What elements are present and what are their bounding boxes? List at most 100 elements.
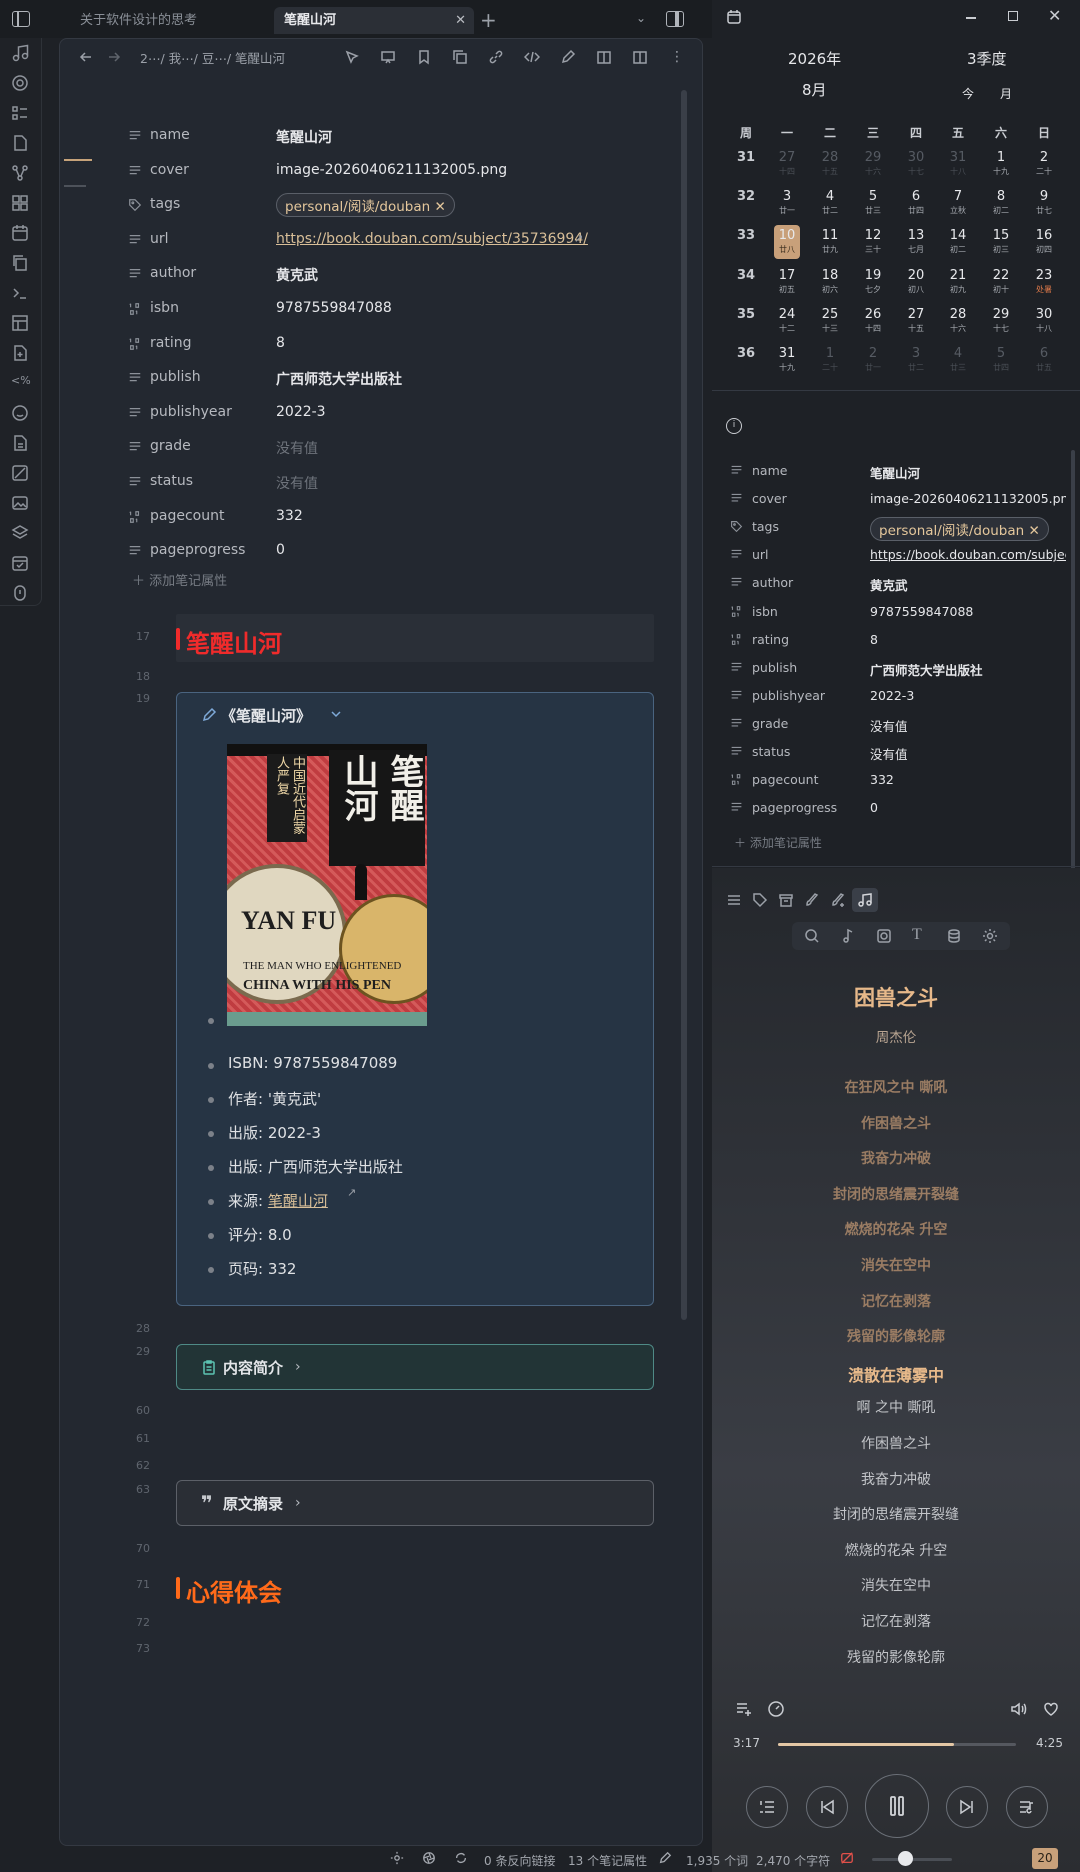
sidebar-toggle-icon[interactable] [12, 11, 30, 27]
current-lyric-line[interactable]: 溃散在薄雾中 [712, 1362, 1080, 1386]
week-number[interactable]: 33 [733, 228, 759, 243]
search-icon[interactable] [804, 928, 820, 944]
calendar-day[interactable]: 18 初六 [814, 268, 846, 295]
week-number[interactable]: 34 [733, 268, 759, 283]
music-note-icon[interactable] [11, 44, 31, 64]
lyric-line[interactable]: 燃烧的花朵 升空 [712, 1540, 1080, 1560]
property-row-tags[interactable]: tags personal/阅读/douban ✕ [128, 191, 668, 221]
playlist-add-icon[interactable] [735, 1700, 753, 1718]
calendar-day[interactable]: 14 初二 [942, 228, 974, 255]
close-window-icon[interactable]: ✕ [1048, 6, 1061, 25]
callout-title[interactable]: 《笔醒山河》 [221, 705, 311, 726]
property-value[interactable]: 8 [276, 335, 285, 351]
copy-icon[interactable] [11, 254, 31, 274]
property-row-author[interactable]: author 黄克武 [726, 571, 1066, 597]
cursor-icon[interactable] [344, 49, 362, 67]
calendar-day[interactable]: 3 廿二 [900, 346, 932, 373]
lyric-line[interactable]: 在狂风之中 嘶吼 [712, 1077, 1080, 1097]
file-plus-icon[interactable] [11, 344, 31, 364]
calendar-day[interactable]: 5 廿四 [985, 346, 1017, 373]
book-open-icon[interactable] [596, 49, 614, 67]
speed-icon[interactable] [767, 1700, 785, 1718]
lyric-line[interactable]: 燃烧的花朵 升空 [712, 1219, 1080, 1239]
image-slash-icon[interactable] [11, 464, 31, 484]
property-row-cover[interactable]: cover image-20260406211132005.png [128, 157, 668, 187]
calendar-day[interactable]: 30 十七 [900, 150, 932, 177]
lyric-line[interactable]: 残留的影像轮廓 [712, 1326, 1080, 1346]
property-row-isbn[interactable]: isbn 9787559847088 [128, 295, 668, 325]
bookmark-icon[interactable] [416, 49, 434, 67]
property-row-name[interactable]: name 笔醒山河 [726, 459, 1066, 485]
today-button[interactable]: 今 [962, 85, 974, 102]
minimize-icon[interactable] [966, 17, 976, 19]
lyric-line[interactable]: 残留的影像轮廓 [712, 1647, 1080, 1667]
calendar-day[interactable]: 15 初三 [985, 228, 1017, 255]
lyric-line[interactable]: 记忆在剥落 [712, 1611, 1080, 1631]
right-sidebar-toggle-icon[interactable] [666, 11, 684, 27]
lyric-line[interactable]: 消失在空中 [712, 1575, 1080, 1595]
list-check-icon[interactable] [11, 104, 31, 124]
lyric-line[interactable]: 封闭的思绪震开裂缝 [712, 1184, 1080, 1204]
property-row-rating[interactable]: rating 8 [726, 628, 1066, 654]
tag-icon[interactable] [752, 892, 768, 908]
calendar-day[interactable]: 23 处暑 [1028, 268, 1060, 295]
gear-icon[interactable] [390, 1851, 404, 1865]
pencil-icon[interactable] [658, 1851, 672, 1865]
next-button[interactable] [946, 1786, 988, 1828]
property-row-url[interactable]: url https://book.douban.com/subject/35736… [128, 226, 668, 256]
calendar-day[interactable]: 8 初二 [985, 189, 1017, 216]
property-value[interactable]: 8 [870, 632, 878, 647]
property-row-pageprogress[interactable]: pageprogress 0 [726, 796, 1066, 822]
calendar-day[interactable]: 2 廿一 [857, 346, 889, 373]
property-row-pagecount[interactable]: pagecount 332 [726, 768, 1066, 794]
tag-pill[interactable]: personal/阅读/douban ✕ [870, 517, 1049, 542]
calendar-day[interactable]: 19 七夕 [857, 268, 889, 295]
property-value[interactable]: image-20260406211132005.png [870, 491, 1066, 506]
property-row-isbn[interactable]: isbn 9787559847088 [726, 600, 1066, 626]
calendar-day[interactable]: 28 十六 [942, 307, 974, 334]
calendar-day[interactable]: 6 廿五 [1028, 346, 1060, 373]
editor-scrollbar[interactable] [681, 90, 687, 1320]
at-sign-icon[interactable] [11, 74, 31, 94]
calendar-month[interactable]: 8月 [802, 79, 827, 100]
excerpts-callout[interactable]: ❞ 原文摘录 › [176, 1480, 654, 1526]
camera-icon[interactable] [876, 928, 892, 944]
book-cover-image[interactable]: 笔醒 山河 中国近代启蒙人严复 YAN FU THE MAN WHO ENLIG… [227, 744, 427, 1026]
backlinks-count[interactable]: 0 条反向链接 [484, 1852, 555, 1869]
calendar-day[interactable]: 6 廿四 [900, 189, 932, 216]
brush-icon[interactable] [804, 892, 820, 908]
property-row-publish[interactable]: publish 广西师范大学出版社 [128, 364, 668, 394]
previous-button[interactable] [806, 1786, 848, 1828]
calendar-day[interactable]: 9 廿七 [1028, 189, 1060, 216]
property-value[interactable]: 2022-3 [870, 688, 914, 703]
graph-icon[interactable] [11, 164, 31, 184]
property-value[interactable]: 黄克武 [870, 575, 908, 594]
property-row-grade[interactable]: grade 没有值 [128, 433, 668, 463]
property-value[interactable]: 2022-3 [276, 404, 326, 420]
property-value[interactable]: https://book.douban.com/subject/35736994… [276, 231, 588, 247]
property-value[interactable]: image-20260406211132005.png [276, 162, 507, 178]
lyrics-list-button[interactable] [1006, 1786, 1048, 1828]
property-row-rating[interactable]: rating 8 [128, 330, 668, 360]
info-icon[interactable]: i [726, 418, 742, 434]
percent-code-icon[interactable]: <% [11, 374, 31, 394]
calendar-check-icon[interactable] [11, 554, 31, 574]
calendar-icon[interactable] [726, 9, 742, 25]
calendar-day[interactable]: 4 廿三 [942, 346, 974, 373]
music-tab-icon[interactable] [852, 888, 878, 912]
lyric-line[interactable]: 记忆在剥落 [712, 1291, 1080, 1311]
layers-icon[interactable] [11, 524, 31, 544]
add-property-button[interactable]: ＋ 添加笔记属性 [734, 834, 822, 851]
calendar-day[interactable]: 25 十三 [814, 307, 846, 334]
progress-track[interactable] [778, 1743, 1016, 1746]
property-value[interactable]: 没有值 [276, 473, 318, 493]
property-value[interactable]: https://book.douban.com/subject/35736994… [870, 547, 1066, 562]
tag-pill[interactable]: personal/阅读/douban ✕ [276, 193, 455, 218]
lyric-line[interactable]: 封闭的思绪震开裂缝 [712, 1504, 1080, 1524]
property-value[interactable]: 笔醒山河 [276, 127, 332, 147]
calendar-day[interactable]: 22 初十 [985, 268, 1017, 295]
lyric-line[interactable]: 我奋力冲破 [712, 1148, 1080, 1168]
content-summary-callout[interactable]: 内容简介 › [176, 1344, 654, 1390]
week-number[interactable]: 36 [733, 346, 759, 361]
week-number[interactable]: 32 [733, 189, 759, 204]
